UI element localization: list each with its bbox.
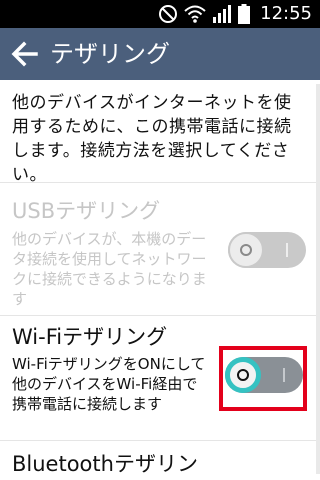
battery-icon xyxy=(238,4,251,24)
status-icons: 12:55 xyxy=(158,2,312,26)
bluetooth-tethering-title: Bluetoothテザリン xyxy=(12,452,198,476)
highlight-box xyxy=(219,346,307,411)
page-title: テザリング xyxy=(50,40,170,68)
usb-tethering-switch xyxy=(228,232,306,268)
arrow-left-icon xyxy=(11,41,38,67)
usb-tethering-description: 他のデバイスが、本機のデータ接続を使用してネットワークに接続できるようになります xyxy=(12,230,207,308)
signal-icon xyxy=(213,5,232,23)
clock: 12:55 xyxy=(260,3,312,24)
back-button[interactable] xyxy=(10,40,38,68)
app-bar: テザリング xyxy=(0,28,320,80)
divider xyxy=(0,182,320,183)
divider xyxy=(0,315,320,316)
scrollbar[interactable] xyxy=(316,84,320,474)
status-bar: 12:55 xyxy=(0,0,320,28)
wifi-tethering-title: Wi-Fiテザリング xyxy=(12,325,168,349)
switch-on-mark xyxy=(286,243,288,257)
usb-tethering-title: USBテザリング xyxy=(12,199,161,223)
wifi-tethering-description: Wi-FiテザリングをONにして他のデバイスをWi-Fi経由で携帯電話に接続しま… xyxy=(12,355,206,413)
wifi-icon xyxy=(184,5,206,23)
do-not-disturb-icon xyxy=(159,5,178,23)
switch-knob xyxy=(228,232,264,268)
divider xyxy=(0,440,320,441)
intro-text: 他のデバイスがインターネットを使用するために、この携帯電話に接続します。接続方法… xyxy=(12,93,292,185)
